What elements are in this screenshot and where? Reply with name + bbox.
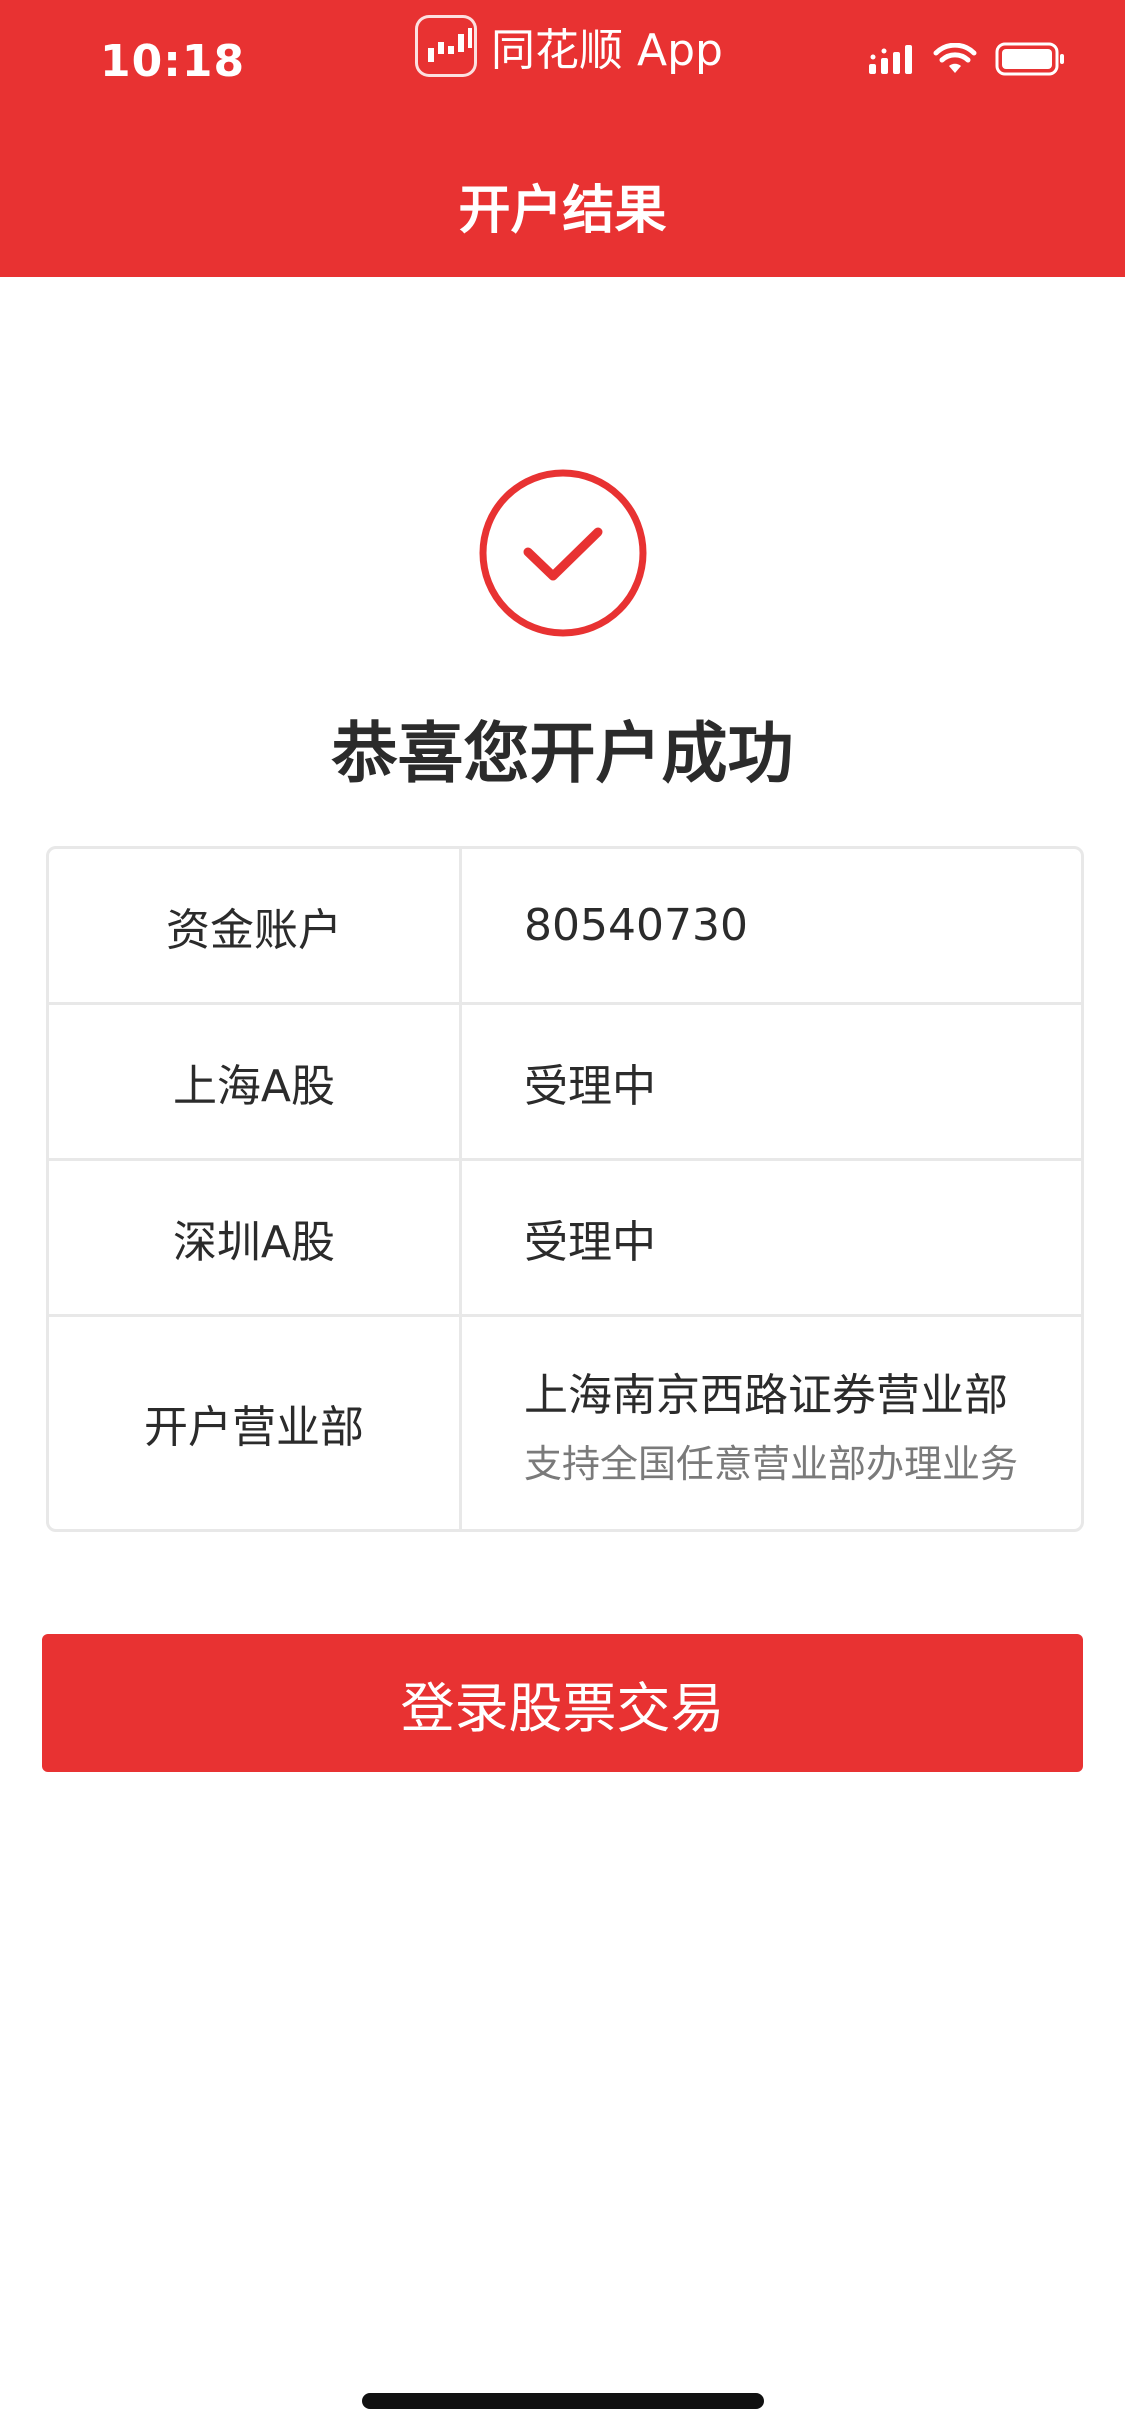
battery-icon bbox=[995, 42, 1064, 76]
row-label-shanghai-a: 上海A股 bbox=[49, 1005, 462, 1158]
status-indicators bbox=[869, 42, 1067, 76]
success-message: 恭喜您开户成功 bbox=[331, 715, 794, 792]
row-value-shanghai-a: 受理中 bbox=[462, 1005, 1081, 1158]
table-row: 深圳A股 受理中 bbox=[49, 1161, 1081, 1317]
row-value-branch: 上海南京西路证券营业部 支持全国任意营业部办理业务 bbox=[462, 1317, 1081, 1529]
home-indicator[interactable] bbox=[362, 2393, 764, 2409]
shanghai-a-status: 受理中 bbox=[524, 1060, 656, 1112]
source-app-name: 同花顺 App bbox=[491, 25, 723, 76]
account-info-table: 资金账户 80540730 上海A股 受理中 深圳A股 受理中 开户营业部 上海… bbox=[46, 846, 1084, 1532]
table-row: 资金账户 80540730 bbox=[49, 849, 1081, 1005]
page-title: 开户结果 bbox=[458, 181, 667, 241]
row-label-shenzhen-a: 深圳A股 bbox=[49, 1161, 462, 1314]
app-logo-icon bbox=[415, 15, 477, 77]
table-row: 上海A股 受理中 bbox=[49, 1005, 1081, 1161]
app-header: 10:18 同花顺 App 开户结果 bbox=[0, 0, 1125, 277]
row-value-shenzhen-a: 受理中 bbox=[462, 1161, 1081, 1314]
table-row: 开户营业部 上海南京西路证券营业部 支持全国任意营业部办理业务 bbox=[49, 1317, 1081, 1529]
row-label-branch: 开户营业部 bbox=[49, 1317, 462, 1529]
status-time: 10:18 bbox=[100, 36, 246, 87]
cellular-signal-icon bbox=[869, 45, 912, 74]
row-label-fund-account: 资金账户 bbox=[49, 849, 462, 1002]
branch-note: 支持全国任意营业部办理业务 bbox=[524, 1441, 1019, 1486]
login-trade-button[interactable]: 登录股票交易 bbox=[42, 1634, 1083, 1772]
wifi-icon bbox=[933, 43, 977, 73]
branch-name: 上海南京西路证券营业部 bbox=[524, 1369, 1008, 1421]
row-value-fund-account: 80540730 bbox=[462, 849, 1081, 1002]
success-check-icon bbox=[478, 468, 648, 638]
fund-account-number: 80540730 bbox=[524, 900, 748, 951]
shenzhen-a-status: 受理中 bbox=[524, 1216, 656, 1268]
back-to-app-link[interactable]: 同花顺 App bbox=[415, 14, 723, 78]
